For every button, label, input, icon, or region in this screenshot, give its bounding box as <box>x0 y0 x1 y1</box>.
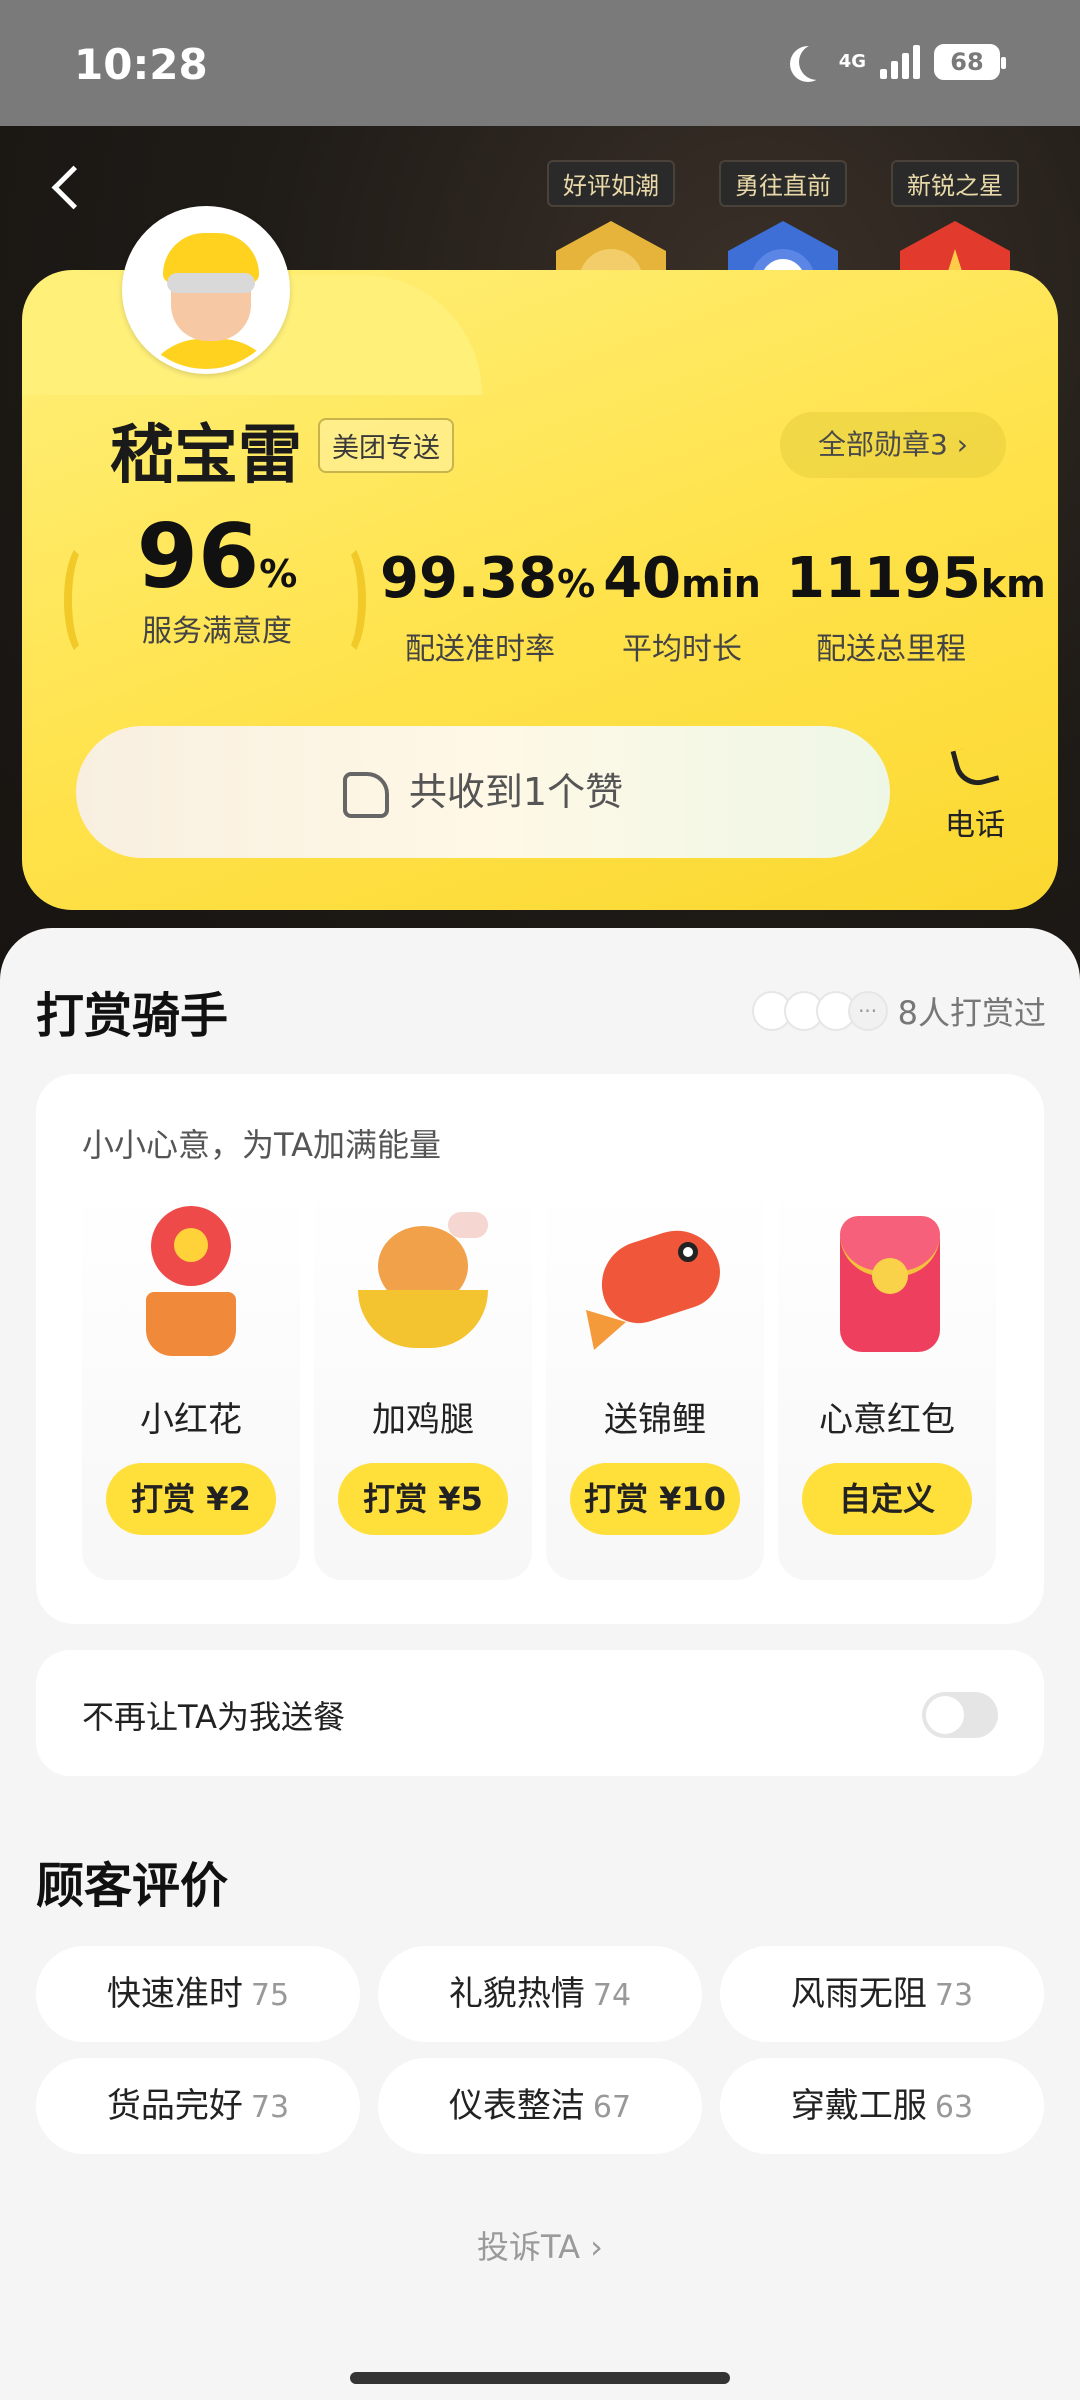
review-tag[interactable]: 快速准时 75 <box>36 1946 360 2042</box>
stat-value: 96 <box>136 505 260 608</box>
medal-label: 好评如潮 <box>547 160 675 207</box>
review-tag[interactable]: 风雨无阻 73 <box>720 1946 1044 2042</box>
stat-unit: km <box>980 562 1046 606</box>
review-tag-label: 仪表整洁 <box>448 2086 585 2126</box>
tip-custom-button[interactable]: 自定义 <box>802 1463 972 1535</box>
likes-pill[interactable]: 共收到1个赞 <box>76 726 890 858</box>
stat-label: 配送准时率 <box>405 632 555 667</box>
signal-icon <box>880 45 920 79</box>
tip-section-title: 打赏骑手 <box>36 988 229 1044</box>
gift-name: 小红花 <box>140 1400 242 1440</box>
review-tag-label: 快速准时 <box>106 1974 243 2014</box>
review-tag[interactable]: 仪表整洁 67 <box>378 2058 702 2154</box>
complain-link[interactable]: 投诉TA › <box>0 2222 1080 2268</box>
stat-on-time-rate: 99.38% 配送准时率 <box>380 544 595 668</box>
review-tag-count: 73 <box>250 2090 290 2125</box>
gift-flower[interactable]: 小红花 打赏 ¥2 <box>82 1184 300 1580</box>
gift-name: 送锦鲤 <box>604 1400 706 1440</box>
review-tag-count: 74 <box>592 1978 632 2013</box>
battery-icon: 68 <box>934 44 1006 80</box>
phone-icon <box>950 741 1000 791</box>
tip-subtitle: 小小心意，为TA加满能量 <box>82 1126 441 1164</box>
review-tag-count: 75 <box>250 1978 290 2013</box>
gift-drumstick[interactable]: 加鸡腿 打赏 ¥5 <box>314 1184 532 1580</box>
stat-value: 40 <box>603 546 682 611</box>
review-tag-count: 67 <box>592 2090 632 2125</box>
tipped-count[interactable]: ··· 8人打赏过 <box>751 988 1046 1034</box>
medal-label: 新锐之星 <box>891 160 1019 207</box>
home-indicator[interactable] <box>350 2372 730 2384</box>
laurel-left-icon <box>64 540 108 660</box>
review-tag-label: 穿戴工服 <box>790 2086 927 2126</box>
review-tag-count: 63 <box>934 2090 974 2125</box>
reviews-title: 顾客评价 <box>36 1858 229 1914</box>
gift-name: 加鸡腿 <box>372 1400 474 1440</box>
status-icons: 4G 68 <box>789 44 1006 80</box>
tipper-avatars: ··· <box>751 991 888 1031</box>
block-rider-label: 不再让TA为我送餐 <box>82 1698 345 1736</box>
block-rider-row: 不再让TA为我送餐 <box>36 1650 1044 1776</box>
rider-badge: 美团专送 <box>318 418 454 473</box>
stat-label: 平均时长 <box>622 632 742 667</box>
red-envelope-icon <box>812 1206 962 1356</box>
drumstick-icon <box>348 1206 498 1356</box>
koi-icon <box>580 1206 730 1356</box>
tip-10-button[interactable]: 打赏 ¥10 <box>570 1463 740 1535</box>
stat-label: 配送总里程 <box>816 632 966 667</box>
block-rider-toggle[interactable] <box>922 1692 998 1738</box>
phone-label: 电话 <box>945 808 1005 843</box>
back-button[interactable] <box>40 160 96 216</box>
stat-unit: min <box>681 562 761 606</box>
stat-unit: % <box>557 562 596 606</box>
phone-button[interactable]: 电话 <box>930 741 1020 846</box>
rider-avatar <box>122 206 290 374</box>
stat-average-time: 40min 平均时长 <box>602 544 762 668</box>
stat-satisfaction: 96% 服务满意度 <box>132 512 302 650</box>
medal-label: 勇往直前 <box>719 160 847 207</box>
gift-name: 心意红包 <box>819 1400 955 1440</box>
laurel-right-icon <box>322 540 366 660</box>
status-time: 10:28 <box>74 40 208 89</box>
stat-value: 11195 <box>786 546 981 611</box>
network-type: 4G <box>838 51 866 72</box>
review-tag-label: 风雨无阻 <box>790 1974 927 2014</box>
stat-label: 服务满意度 <box>142 614 292 649</box>
rider-name: 嵇宝雷 <box>110 419 302 493</box>
stat-value: 99.38 <box>380 546 558 611</box>
review-tag[interactable]: 穿戴工服 63 <box>720 2058 1044 2154</box>
tip-2-button[interactable]: 打赏 ¥2 <box>106 1463 276 1535</box>
flower-icon <box>116 1206 266 1356</box>
all-medals-button[interactable]: 全部勋章3 › <box>780 412 1006 478</box>
more-icon: ··· <box>847 991 888 1031</box>
review-tag[interactable]: 货品完好 73 <box>36 2058 360 2154</box>
likes-text: 共收到1个赞 <box>408 770 624 814</box>
review-tag-label: 礼貌热情 <box>448 1974 585 2014</box>
review-tag-count: 73 <box>934 1978 974 2013</box>
do-not-disturb-icon <box>799 44 835 80</box>
status-bar: 10:28 4G 68 <box>0 0 1080 126</box>
review-tag[interactable]: 礼貌热情 74 <box>378 1946 702 2042</box>
review-tag-label: 货品完好 <box>106 2086 243 2126</box>
stat-total-distance: 11195km 配送总里程 <box>786 544 1046 668</box>
thumbs-up-icon <box>342 771 389 818</box>
tip-5-button[interactable]: 打赏 ¥5 <box>338 1463 508 1535</box>
stat-unit: % <box>259 552 298 596</box>
gift-koi[interactable]: 送锦鲤 打赏 ¥10 <box>546 1184 764 1580</box>
gift-red-envelope[interactable]: 心意红包 自定义 <box>778 1184 996 1580</box>
tipped-count-text: 8人打赏过 <box>897 994 1046 1032</box>
